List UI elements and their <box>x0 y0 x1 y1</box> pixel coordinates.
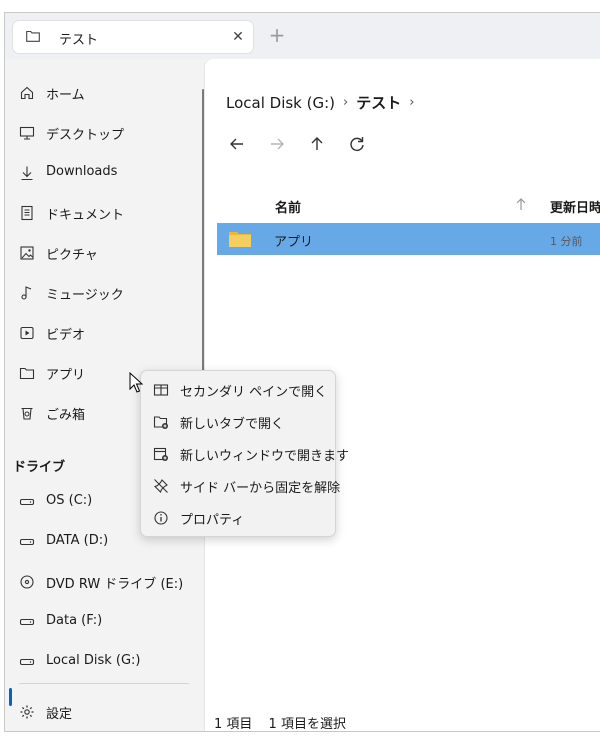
refresh-button[interactable] <box>345 132 369 156</box>
folder-icon <box>229 231 251 247</box>
tab-bar: テスト ✕ + <box>5 13 600 59</box>
sidebar-item-label: DATA (D:) <box>46 533 109 548</box>
selected-count: 1 項目を選択 <box>268 717 346 732</box>
new-tab-icon <box>153 414 169 430</box>
sidebar-divider <box>19 683 189 684</box>
picture-icon <box>19 245 35 261</box>
menu-item-label: 新しいウィンドウで開きます <box>180 449 350 464</box>
sort-ascending-icon[interactable] <box>514 196 528 212</box>
document-icon <box>19 205 35 221</box>
sidebar-item-label: OS (C:) <box>46 493 93 508</box>
back-button[interactable] <box>225 132 249 156</box>
close-icon[interactable]: ✕ <box>231 30 245 44</box>
download-icon <box>19 165 35 181</box>
sidebar-item-label: ごみ箱 <box>46 408 86 423</box>
context-menu: セカンダリ ペインで開く 新しいタブで開く 新しいウィンドウで開きます サイド … <box>140 370 349 537</box>
menu-item-label: サイド バーから固定を解除 <box>180 481 341 496</box>
split-pane-icon <box>153 382 169 398</box>
arrow-left-icon <box>225 132 249 156</box>
sidebar-item-pictures[interactable]: ピクチャ <box>11 235 197 271</box>
sidebar-scrollbar[interactable] <box>202 89 204 409</box>
sidebar-item-label: 設定 <box>46 707 73 722</box>
file-row-apps[interactable]: アプリ 1 分前 <box>217 223 600 255</box>
drive-icon <box>19 614 35 630</box>
desktop-icon <box>19 125 35 141</box>
sidebar-item-label: DVD RW ドライブ (E:) <box>46 577 184 592</box>
sidebar-item-home[interactable]: ホーム <box>11 75 197 111</box>
menu-item-unpin-sidebar[interactable]: サイド バーから固定を解除 <box>145 470 340 500</box>
file-name: アプリ <box>274 235 314 250</box>
folder-icon <box>26 30 40 42</box>
menu-item-open-new-window[interactable]: 新しいウィンドウで開きます <box>145 438 349 468</box>
drives-section-title[interactable]: ドライブ <box>13 456 65 475</box>
sidebar-item-label: ミュージック <box>46 288 124 303</box>
sidebar-item-drive-f[interactable]: Data (F:) <box>11 604 197 640</box>
sidebar-item-label: Local Disk (G:) <box>46 653 141 668</box>
up-button[interactable] <box>305 132 329 156</box>
sidebar-item-videos[interactable]: ビデオ <box>11 315 197 351</box>
info-icon <box>153 510 169 526</box>
tab-test[interactable]: テスト ✕ <box>13 21 253 53</box>
music-icon <box>19 285 35 301</box>
recycle-bin-icon <box>19 405 35 421</box>
menu-item-open-new-tab[interactable]: 新しいタブで開く <box>145 406 331 436</box>
mouse-cursor-icon <box>129 372 143 394</box>
drive-icon <box>19 654 35 670</box>
tab-label: テスト <box>59 33 99 48</box>
forward-button[interactable] <box>265 132 289 156</box>
dvd-drive-icon <box>19 574 35 590</box>
item-count: 1 項目 <box>214 717 253 732</box>
new-tab-button[interactable]: + <box>267 24 287 46</box>
status-bar: 1 項目 1 項目を選択 <box>214 713 358 732</box>
refresh-icon <box>345 132 369 156</box>
sidebar-item-label: ピクチャ <box>46 248 98 263</box>
drive-icon <box>19 494 35 510</box>
breadcrumb-separator[interactable]: › <box>343 95 348 110</box>
breadcrumb-separator[interactable]: › <box>409 95 414 110</box>
column-header-name[interactable]: 名前 <box>275 197 301 216</box>
sidebar-item-documents[interactable]: ドキュメント <box>11 195 197 231</box>
breadcrumb-current[interactable]: テスト <box>356 92 401 113</box>
file-modified: 1 分前 <box>550 235 583 248</box>
sidebar-item-music[interactable]: ミュージック <box>11 275 197 311</box>
breadcrumb-root[interactable]: Local Disk (G:) <box>226 94 335 112</box>
sidebar-item-drive-e[interactable]: DVD RW ドライブ (E:) <box>11 564 197 600</box>
home-icon <box>19 85 35 101</box>
sidebar-item-drive-g[interactable]: Local Disk (G:) <box>11 644 197 680</box>
menu-item-label: プロパティ <box>180 513 245 528</box>
sidebar-item-label: Data (F:) <box>46 613 103 628</box>
sidebar-item-label: デスクトップ <box>46 128 125 143</box>
menu-item-label: セカンダリ ペインで開く <box>180 385 328 400</box>
sidebar-item-label: ホーム <box>46 88 85 103</box>
drive-icon <box>19 534 35 550</box>
arrow-right-icon <box>265 132 289 156</box>
sidebar-item-label: ビデオ <box>46 328 86 343</box>
video-icon <box>19 325 35 341</box>
menu-item-label: 新しいタブで開く <box>180 417 285 432</box>
folder-icon <box>19 365 35 381</box>
column-header-modified[interactable]: 更新日時 <box>550 197 600 216</box>
sidebar-item-label: Downloads <box>46 164 118 179</box>
menu-item-open-secondary-pane[interactable]: セカンダリ ペインで開く <box>145 374 331 404</box>
menu-item-properties[interactable]: プロパティ <box>145 502 331 532</box>
sidebar-item-label: ドキュメント <box>46 208 125 223</box>
new-window-icon <box>153 446 169 462</box>
unpin-icon <box>153 478 169 494</box>
sidebar-item-label: アプリ <box>46 368 86 383</box>
breadcrumb: Local Disk (G:) › テスト › <box>226 92 422 113</box>
sidebar-item-settings[interactable]: 設定 <box>11 694 197 730</box>
gear-icon <box>19 704 35 720</box>
sidebar-item-desktop[interactable]: デスクトップ <box>11 115 197 151</box>
arrow-up-icon <box>305 132 329 156</box>
sidebar-item-downloads[interactable]: Downloads <box>11 155 197 191</box>
